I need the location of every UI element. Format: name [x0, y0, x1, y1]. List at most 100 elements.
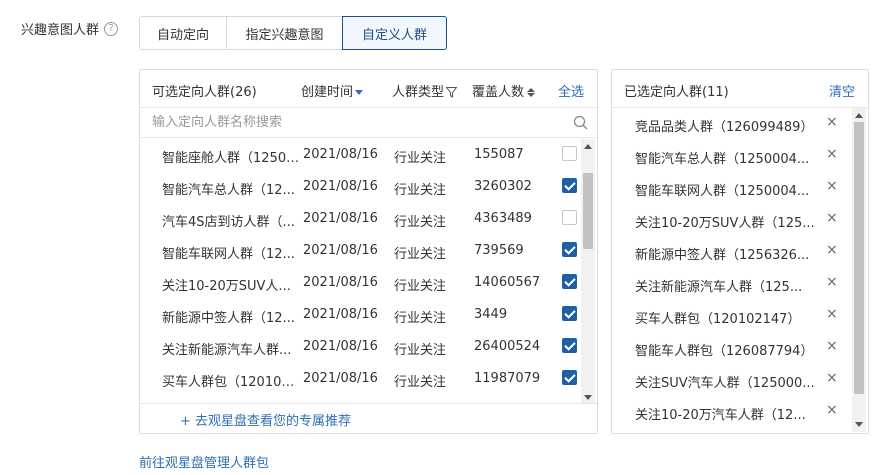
- selected-audience-name: 关注10-20万汽车人群（12...: [635, 408, 806, 423]
- audience-name: 买车人群包（120102...: [162, 375, 302, 390]
- audience-date: 2021/08/16: [303, 211, 378, 226]
- audience-coverage: 3449: [474, 307, 508, 322]
- field-label-text: 兴趣意图人群: [21, 23, 100, 38]
- sort-created-time[interactable]: 创建时间: [301, 81, 364, 100]
- selected-audience-header: 已选定向人群(11) 清空: [612, 70, 868, 108]
- audience-checkbox[interactable]: [562, 370, 577, 385]
- list-item: 关注SUV汽车人群（125000... ×: [612, 364, 852, 396]
- available-list-scrollbar[interactable]: [581, 139, 595, 405]
- available-audience-title: 可选定向人群(26): [152, 85, 257, 100]
- audience-type: 行业关注: [394, 311, 447, 326]
- selected-audience-name: 竞品品类人群（126099489）: [635, 120, 814, 135]
- selected-audience-name: 智能车人群包（126087794）: [635, 344, 814, 359]
- audience-name: 新能源中签人群（12...: [162, 311, 295, 326]
- remove-icon[interactable]: ×: [826, 370, 838, 386]
- remove-icon[interactable]: ×: [826, 274, 838, 290]
- audience-type: 行业关注: [394, 215, 447, 230]
- list-item: 智能汽车总人群（1250004... ×: [612, 140, 852, 172]
- remove-icon[interactable]: ×: [826, 210, 838, 226]
- audience-search: [140, 108, 597, 138]
- remove-icon[interactable]: ×: [826, 114, 838, 130]
- scrollbar-thumb[interactable]: [854, 122, 864, 394]
- table-row: 汽车4S店到访人群（... 2021/08/16 行业关注 4363489: [140, 202, 597, 234]
- clear-all-link[interactable]: 清空: [829, 81, 855, 100]
- selected-audience-name: 关注10-20万SUV人群（125...: [635, 216, 815, 231]
- sort-both-icon: [527, 88, 536, 97]
- sort-coverage[interactable]: 覆盖人数: [472, 81, 536, 100]
- table-row: 关注10-20万SUV人... 2021/08/16 行业关注 14060567: [140, 266, 597, 298]
- audience-date: 2021/08/16: [303, 147, 378, 162]
- audience-checkbox[interactable]: [562, 178, 577, 193]
- audience-checkbox[interactable]: [562, 274, 577, 289]
- audience-type: 行业关注: [394, 343, 447, 358]
- audience-type: 行业关注: [394, 183, 447, 198]
- tab-auto-targeting[interactable]: 自动定向: [139, 16, 227, 50]
- audience-type: 行业关注: [394, 279, 447, 294]
- list-item: 关注10-20万汽车人群（12... ×: [612, 396, 852, 428]
- list-item: 智能车联网人群（1250004... ×: [612, 172, 852, 204]
- remove-icon[interactable]: ×: [826, 338, 838, 354]
- audience-type: 行业关注: [394, 375, 447, 390]
- audience-checkbox[interactable]: [562, 146, 577, 161]
- remove-icon[interactable]: ×: [826, 146, 838, 162]
- scroll-down-icon[interactable]: [584, 395, 592, 400]
- audience-date: 2021/08/16: [303, 243, 378, 258]
- manage-audience-link[interactable]: 前往观星盘管理人群包: [139, 452, 269, 471]
- targeting-mode-tabs: 自动定向 指定兴趣意图 自定义人群: [139, 16, 447, 50]
- audience-name: 关注新能源汽车人群...: [162, 343, 292, 358]
- audience-date: 2021/08/16: [303, 307, 378, 322]
- filter-icon: [446, 87, 458, 98]
- list-item: 新能源中签人群（1256326... ×: [612, 236, 852, 268]
- audience-type: 行业关注: [394, 247, 447, 262]
- available-panel-footer: + 去观星盘查看您的专属推荐: [140, 403, 597, 433]
- search-icon[interactable]: [573, 115, 588, 130]
- selected-audience-name: 智能车联网人群（1250004...: [635, 184, 810, 199]
- remove-icon[interactable]: ×: [826, 402, 838, 418]
- audience-name: 智能座舱人群（12508...: [162, 151, 302, 166]
- table-row: 智能车联网人群（12... 2021/08/16 行业关注 739569: [140, 234, 597, 266]
- selected-audience-name: 关注SUV汽车人群（125000...: [635, 376, 815, 391]
- remove-icon[interactable]: ×: [826, 306, 838, 322]
- list-item: 买车人群包（120102147） ×: [612, 300, 852, 332]
- audience-coverage: 11987079: [474, 371, 541, 386]
- audience-type: 行业关注: [394, 151, 447, 166]
- select-all-link[interactable]: 全选: [558, 81, 584, 100]
- tab-specified-interest[interactable]: 指定兴趣意图: [226, 16, 343, 50]
- audience-date: 2021/08/16: [303, 339, 378, 354]
- audience-coverage: 14060567: [474, 275, 541, 290]
- audience-date: 2021/08/16: [303, 371, 378, 386]
- selected-audience-name: 关注新能源汽车人群（125...: [635, 280, 803, 295]
- scrollbar-thumb[interactable]: [583, 173, 593, 249]
- tab-custom-audience[interactable]: 自定义人群: [342, 16, 447, 50]
- audience-checkbox[interactable]: [562, 338, 577, 353]
- audience-name: 智能汽车总人群（12...: [162, 183, 295, 198]
- audience-name: 关注10-20万SUV人...: [162, 279, 291, 294]
- list-item: 智能车人群包（126087794） ×: [612, 332, 852, 364]
- scroll-down-icon[interactable]: [855, 422, 863, 427]
- audience-checkbox[interactable]: [562, 306, 577, 321]
- coverage-label: 覆盖人数: [472, 85, 525, 100]
- table-row: 关注新能源汽车人群... 2021/08/16 行业关注 26400524: [140, 330, 597, 362]
- remove-icon[interactable]: ×: [826, 178, 838, 194]
- scroll-up-icon[interactable]: [584, 144, 592, 149]
- help-icon[interactable]: ?: [104, 21, 119, 36]
- selected-audience-list: 竞品品类人群（126099489） × 智能汽车总人群（1250004... × 智…: [612, 108, 868, 432]
- recommendation-link[interactable]: + 去观星盘查看您的专属推荐: [180, 410, 351, 429]
- available-audience-panel: 可选定向人群(26) 创建时间 人群类型 覆盖人数 全选 智能座舱人群（1250…: [139, 69, 598, 434]
- list-item: 竞品品类人群（126099489） ×: [612, 108, 852, 140]
- audience-coverage: 4363489: [474, 211, 532, 226]
- remove-icon[interactable]: ×: [826, 242, 838, 258]
- selected-audience-title: 已选定向人群(11): [624, 85, 729, 100]
- created-time-label: 创建时间: [301, 85, 354, 100]
- scroll-up-icon[interactable]: [855, 113, 863, 118]
- selected-audience-name: 智能汽车总人群（1250004...: [635, 152, 810, 167]
- audience-name: 汽车4S店到访人群（...: [162, 215, 295, 230]
- audience-checkbox[interactable]: [562, 242, 577, 257]
- list-item: 关注新能源汽车人群（125... ×: [612, 268, 852, 300]
- available-audience-header: 可选定向人群(26) 创建时间 人群类型 覆盖人数 全选: [140, 70, 597, 108]
- audience-search-input[interactable]: [140, 108, 597, 137]
- selected-list-scrollbar[interactable]: [852, 108, 866, 432]
- audience-checkbox[interactable]: [562, 210, 577, 225]
- audience-coverage: 739569: [474, 243, 524, 258]
- filter-audience-type[interactable]: 人群类型: [392, 81, 458, 100]
